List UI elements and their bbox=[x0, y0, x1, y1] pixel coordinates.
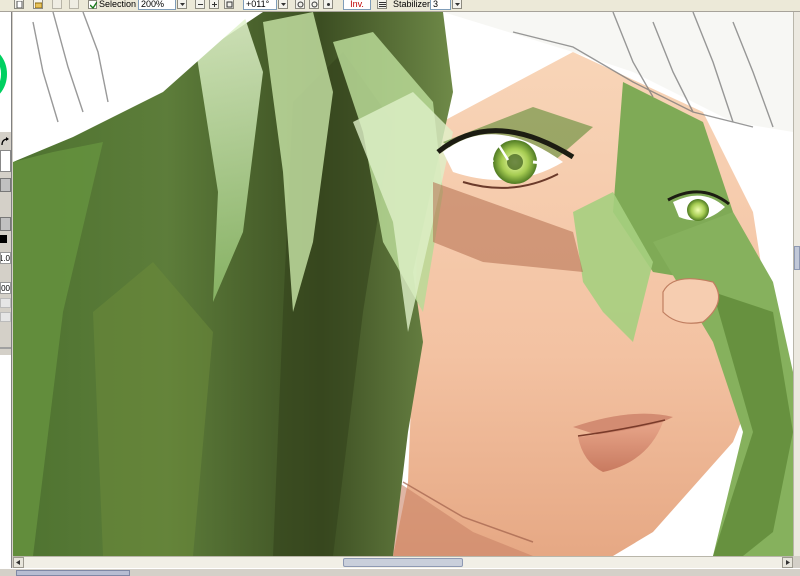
vertical-scroll-thumb[interactable] bbox=[794, 246, 800, 270]
rotation-field[interactable]: +011° bbox=[243, 0, 277, 10]
zoom-out-icon[interactable] bbox=[195, 0, 205, 9]
horizontal-scrollbar[interactable] bbox=[13, 556, 793, 568]
canvas-toolbar: Selection 200% +011° Inv. Stabilizer 3 bbox=[0, 0, 800, 12]
drawing-canvas[interactable] bbox=[13, 12, 793, 556]
zoom-select[interactable]: 200% bbox=[138, 0, 176, 10]
rotate-right-icon[interactable] bbox=[309, 0, 319, 9]
rotation-dropdown-icon[interactable] bbox=[278, 0, 288, 9]
artwork bbox=[13, 12, 793, 556]
stabilizer-select[interactable]: 3 bbox=[430, 0, 451, 10]
rotate-reset-icon[interactable] bbox=[323, 0, 333, 9]
panel-button[interactable] bbox=[0, 217, 11, 231]
selection-label: Selection bbox=[99, 0, 137, 9]
zoom-dropdown-icon[interactable] bbox=[177, 0, 187, 9]
zoom-in-icon[interactable] bbox=[209, 0, 219, 9]
redo-icon[interactable] bbox=[69, 0, 79, 9]
zoom-reset-icon[interactable] bbox=[224, 0, 234, 9]
stabilizer-label: Stabilizer bbox=[393, 0, 431, 9]
brush-density-field[interactable]: 00 bbox=[0, 282, 11, 294]
scroll-left-arrow-icon[interactable] bbox=[13, 557, 24, 568]
document-tab[interactable] bbox=[16, 570, 130, 576]
selection-checkbox[interactable] bbox=[88, 0, 97, 9]
stabilizer-icon bbox=[377, 0, 387, 9]
primary-color-swatch[interactable] bbox=[0, 235, 7, 243]
color-wheel-panel bbox=[0, 12, 11, 132]
open-file-icon[interactable] bbox=[33, 0, 43, 9]
secondary-color-swatch[interactable] bbox=[0, 150, 11, 172]
scroll-right-arrow-icon[interactable] bbox=[782, 557, 793, 568]
stabilizer-dropdown-icon[interactable] bbox=[452, 0, 462, 9]
invert-button[interactable]: Inv. bbox=[343, 0, 371, 10]
panel-button[interactable] bbox=[0, 312, 11, 322]
panel-button[interactable] bbox=[0, 298, 11, 308]
rotate-left-icon[interactable] bbox=[295, 0, 305, 9]
horizontal-scroll-thumb[interactable] bbox=[343, 558, 463, 567]
undo-icon[interactable] bbox=[52, 0, 62, 9]
left-tool-panel: 1.0 00 bbox=[0, 12, 12, 575]
swap-colors-icon[interactable] bbox=[0, 137, 11, 147]
vertical-scrollbar[interactable] bbox=[793, 12, 800, 556]
brush-size-field[interactable]: 1.0 bbox=[0, 252, 11, 264]
panel-button[interactable] bbox=[0, 178, 11, 192]
panel-divider bbox=[0, 347, 11, 349]
new-file-icon[interactable] bbox=[14, 0, 24, 9]
layer-panel bbox=[0, 355, 11, 575]
